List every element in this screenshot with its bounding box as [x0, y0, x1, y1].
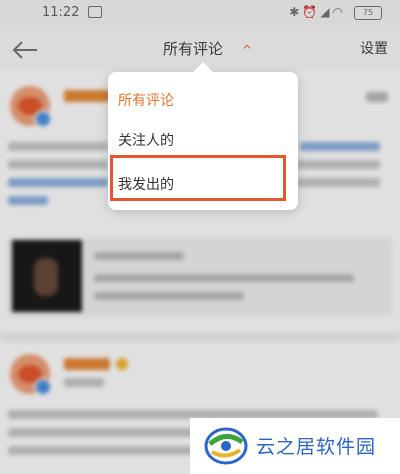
watermark-text: 云之居软件园 [256, 436, 377, 458]
menu-item-all-comments[interactable]: 所有评论 [118, 90, 174, 110]
menu-item-followed[interactable]: 关注人的 [118, 130, 174, 150]
watermark-logo-icon [204, 427, 248, 465]
highlight-box [110, 155, 286, 201]
watermark: 云之居软件园 [190, 418, 400, 474]
